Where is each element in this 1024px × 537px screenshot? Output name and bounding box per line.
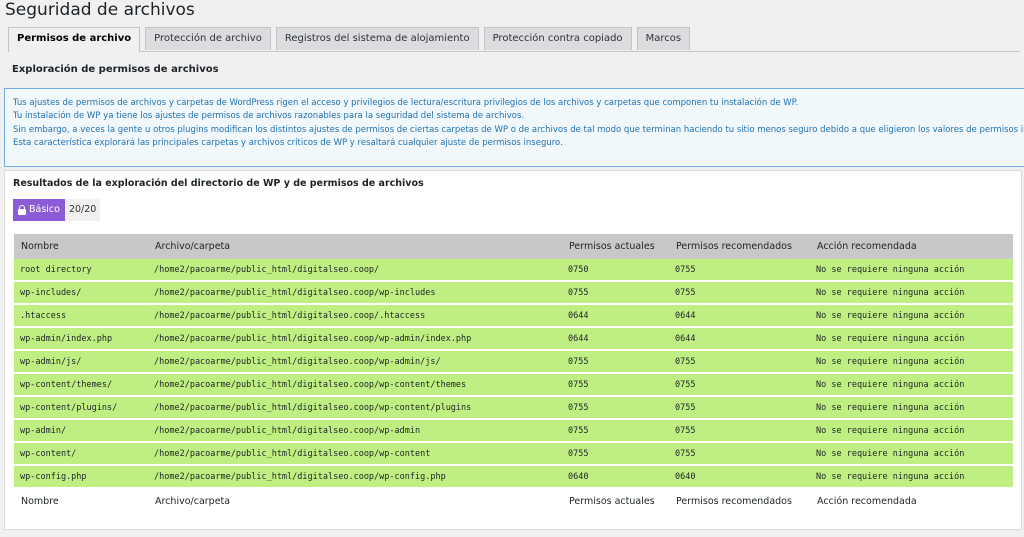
table-row: root directory/home2/pacoarme/public_htm… (14, 259, 1013, 282)
cell-action: No se requiere ninguna acción (810, 442, 1013, 466)
table-row: wp-includes//home2/pacoarme/public_html/… (14, 281, 1013, 305)
table-row: wp-content/themes//home2/pacoarme/public… (14, 373, 1013, 397)
info-line: Tu instalación de WP ya tiene los ajuste… (13, 111, 525, 122)
cell-path: /home2/pacoarme/public_html/digitalseo.c… (148, 465, 562, 489)
page-title: Seguridad de archivos (5, 0, 195, 20)
cell-name: wp-content/ (14, 442, 148, 466)
tab-marcos[interactable]: Marcos (636, 27, 691, 50)
cell-path: /home2/pacoarme/public_html/digitalseo.c… (148, 259, 562, 282)
cell-name: wp-admin/js/ (14, 350, 148, 374)
table-row: wp-admin//home2/pacoarme/public_html/dig… (14, 419, 1013, 443)
section-title: Exploración de permisos de archivos (12, 64, 219, 75)
cell-name: wp-includes/ (14, 281, 148, 305)
tab-permisos-de-archivo[interactable]: Permisos de archivo (8, 27, 141, 52)
tab-proteccion-contra-copiado[interactable]: Protección contra copiado (483, 27, 632, 50)
cell-recommended: 0640 (669, 465, 810, 489)
cell-recommended: 0755 (669, 396, 810, 420)
cell-recommended: 0755 (669, 281, 810, 305)
cell-recommended: 0755 (669, 350, 810, 374)
table-footer-row: Nombre Archivo/carpeta Permisos actuales… (14, 488, 1013, 514)
cell-action: No se requiere ninguna acción (810, 465, 1013, 489)
cell-action: No se requiere ninguna acción (810, 304, 1013, 328)
column-footer-current: Permisos actuales (562, 488, 669, 514)
cell-current: 0750 (562, 259, 669, 282)
cell-path: /home2/pacoarme/public_html/digitalseo.c… (148, 419, 562, 443)
cell-recommended: 0755 (669, 259, 810, 282)
cell-action: No se requiere ninguna acción (810, 419, 1013, 443)
cell-name: wp-content/plugins/ (14, 396, 148, 420)
tab-proteccion-de-archivo[interactable]: Protección de archivo (145, 27, 271, 50)
table-row: wp-content/plugins//home2/pacoarme/publi… (14, 396, 1013, 420)
badge-level: Básico (13, 199, 65, 221)
column-footer-path: Archivo/carpeta (148, 488, 562, 514)
info-line: Esta característica explorará las princi… (13, 138, 563, 149)
cell-path: /home2/pacoarme/public_html/digitalseo.c… (148, 350, 562, 374)
cell-path: /home2/pacoarme/public_html/digitalseo.c… (148, 396, 562, 420)
cell-current: 0755 (562, 442, 669, 466)
cell-name: root directory (14, 259, 148, 282)
cell-name: .htaccess (14, 304, 148, 328)
info-line: Sin embargo, a veces la gente u otros pl… (13, 124, 1024, 135)
cell-name: wp-content/themes/ (14, 373, 148, 397)
cell-path: /home2/pacoarme/public_html/digitalseo.c… (148, 442, 562, 466)
table-header-row: Nombre Archivo/carpeta Permisos actuales… (14, 234, 1013, 259)
column-header-action: Acción recomendada (810, 234, 1013, 259)
column-header-name: Nombre (14, 234, 148, 259)
cell-recommended: 0755 (669, 373, 810, 397)
table-row: .htaccess/home2/pacoarme/public_html/dig… (14, 304, 1013, 328)
cell-current: 0644 (562, 327, 669, 351)
badge-score: 20/20 (64, 199, 101, 221)
column-header-recommended: Permisos recomendados (669, 234, 810, 259)
cell-current: 0755 (562, 281, 669, 305)
cell-action: No se requiere ninguna acción (810, 327, 1013, 351)
cell-current: 0755 (562, 396, 669, 420)
permissions-table: Nombre Archivo/carpeta Permisos actuales… (14, 234, 1013, 514)
info-line: Tus ajustes de permisos de archivos y ca… (13, 98, 799, 108)
column-header-current: Permisos actuales (562, 234, 669, 259)
cell-recommended: 0644 (669, 327, 810, 351)
info-notice: Tus ajustes de permisos de archivos y ca… (4, 88, 1024, 167)
cell-name: wp-config.php (14, 465, 148, 489)
cell-name: wp-admin/ (14, 419, 148, 443)
cell-path: /home2/pacoarme/public_html/digitalseo.c… (148, 373, 562, 397)
cell-current: 0755 (562, 373, 669, 397)
cell-action: No se requiere ninguna acción (810, 350, 1013, 374)
cell-action: No se requiere ninguna acción (810, 259, 1013, 282)
cell-recommended: 0755 (669, 442, 810, 466)
column-header-path: Archivo/carpeta (148, 234, 562, 259)
cell-current: 0755 (562, 350, 669, 374)
table-row: wp-admin/js//home2/pacoarme/public_html/… (14, 350, 1013, 374)
column-footer-name: Nombre (14, 488, 148, 514)
cell-current: 0755 (562, 419, 669, 443)
cell-name: wp-admin/index.php (14, 327, 148, 351)
cell-path: /home2/pacoarme/public_html/digitalseo.c… (148, 281, 562, 305)
badge-level-label: Básico (29, 204, 60, 215)
cell-recommended: 0644 (669, 304, 810, 328)
table-row: wp-admin/index.php/home2/pacoarme/public… (14, 327, 1013, 351)
results-title: Resultados de la exploración del directo… (13, 178, 424, 189)
results-card: Resultados de la exploración del directo… (4, 170, 1022, 530)
cell-action: No se requiere ninguna acción (810, 373, 1013, 397)
cell-current: 0640 (562, 465, 669, 489)
cell-recommended: 0755 (669, 419, 810, 443)
tab-registros-del-sistema[interactable]: Registros del sistema de alojamiento (275, 27, 479, 50)
cell-action: No se requiere ninguna acción (810, 396, 1013, 420)
tab-bar: Permisos de archivo Protección de archiv… (8, 27, 1020, 52)
security-level-badge: Básico 20/20 (13, 199, 101, 221)
column-footer-recommended: Permisos recomendados (669, 488, 810, 514)
column-footer-action: Acción recomendada (810, 488, 1013, 514)
cell-action: No se requiere ninguna acción (810, 281, 1013, 305)
lock-icon (18, 205, 26, 215)
table-row: wp-content//home2/pacoarme/public_html/d… (14, 442, 1013, 466)
cell-current: 0644 (562, 304, 669, 328)
cell-path: /home2/pacoarme/public_html/digitalseo.c… (148, 304, 562, 328)
cell-path: /home2/pacoarme/public_html/digitalseo.c… (148, 327, 562, 351)
table-row: wp-config.php/home2/pacoarme/public_html… (14, 465, 1013, 489)
